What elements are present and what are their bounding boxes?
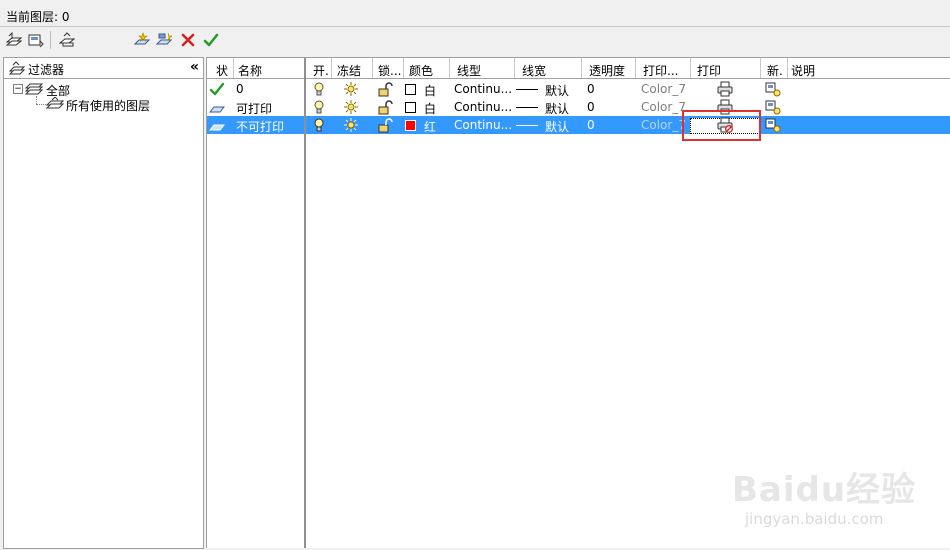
column-divider — [690, 58, 691, 78]
new-vp-freeze-icon[interactable] — [765, 99, 781, 115]
toolbar-separator — [50, 31, 51, 49]
column-header-transparency[interactable]: 透明度 — [589, 62, 625, 79]
filter-panel[interactable]: 过滤器 « − 全部 所有使用的图层 — [3, 57, 204, 549]
divider — [0, 26, 950, 27]
delete-layer-icon[interactable] — [179, 31, 197, 49]
transparency[interactable]: 0 — [587, 100, 595, 114]
sun-thawed-icon[interactable] — [343, 99, 359, 115]
color-name[interactable]: 白 — [424, 82, 436, 99]
collapse-panel-button[interactable]: « — [190, 59, 199, 75]
lineweight[interactable]: 默认 — [545, 82, 569, 99]
new-vp-freeze-icon[interactable] — [765, 81, 781, 97]
unlocked-icon[interactable] — [377, 117, 393, 133]
column-header-on[interactable]: 开. — [313, 62, 329, 79]
watermark-logo: Baidu经验 — [732, 470, 917, 510]
set-current-icon[interactable] — [202, 31, 220, 49]
filter-header-icon — [8, 60, 26, 79]
column-divider — [581, 58, 582, 78]
plot-style: Color_7 — [641, 82, 686, 96]
current-layer-check-icon — [209, 81, 225, 97]
new-layer-icon[interactable] — [133, 31, 151, 49]
tree-item-used-layers[interactable]: 所有使用的图层 — [66, 97, 150, 114]
new-filter-icon[interactable] — [5, 31, 23, 49]
column-divider — [635, 58, 636, 78]
layer-icon — [208, 117, 226, 133]
unlocked-icon[interactable] — [377, 81, 393, 97]
column-divider — [449, 58, 450, 78]
column-header-status[interactable]: 状 — [216, 62, 228, 79]
filter-panel-header: 过滤器 « — [4, 58, 203, 79]
layer-table-header: 状 名称 开. 冻结 锁... 颜色 线型 线宽 透明度 打印... 打印 新.… — [207, 58, 950, 79]
layer-row[interactable]: 不可打印 红 Continu... 默认 0 Color_7 — [207, 116, 950, 134]
layer-name[interactable]: 0 — [236, 82, 244, 96]
layer-name[interactable]: 不可打印 — [236, 118, 284, 135]
column-header-lineweight[interactable]: 线宽 — [522, 62, 546, 79]
printer-icon[interactable] — [717, 81, 733, 97]
column-divider — [787, 58, 788, 78]
lineweight-sample — [516, 89, 538, 90]
layer-name[interactable]: 可打印 — [236, 100, 272, 117]
layer-icon — [208, 99, 226, 115]
transparency[interactable]: 0 — [587, 118, 595, 132]
lightbulb-on-icon[interactable] — [311, 81, 327, 97]
linetype[interactable]: Continu... — [454, 82, 512, 96]
color-name[interactable]: 白 — [424, 100, 436, 117]
column-header-color[interactable]: 颜色 — [409, 62, 433, 79]
annotation-highlight-box — [682, 110, 761, 141]
linetype[interactable]: Continu... — [454, 118, 512, 132]
tree-collapse-toggle[interactable]: − — [13, 84, 23, 94]
tree-line — [36, 104, 46, 106]
layer-row[interactable]: 0 白 Continu... 默认 0 Color_7 — [207, 80, 950, 98]
column-divider — [514, 58, 515, 78]
transparency[interactable]: 0 — [587, 82, 595, 96]
column-header-plot[interactable]: 打印 — [697, 62, 721, 79]
unlocked-icon[interactable] — [377, 99, 393, 115]
filter-icon[interactable] — [58, 31, 76, 49]
frozen-column-divider — [304, 58, 306, 548]
current-layer-label: 当前图层: 0 — [6, 10, 70, 24]
lightbulb-on-icon[interactable] — [311, 117, 327, 133]
new-vp-freeze-icon[interactable] — [765, 117, 781, 133]
column-header-name[interactable]: 名称 — [238, 62, 262, 79]
column-header-lock[interactable]: 锁... — [378, 62, 401, 79]
linetype[interactable]: Continu... — [454, 100, 512, 114]
column-header-description[interactable]: 说明 — [791, 62, 815, 79]
column-header-plot-style[interactable]: 打印... — [643, 62, 678, 79]
layer-row[interactable]: 可打印 白 Continu... 默认 0 Color_7 — [207, 98, 950, 116]
column-header-linetype[interactable]: 线型 — [457, 62, 481, 79]
column-divider — [403, 58, 404, 78]
filter-panel-title: 过滤器 — [28, 63, 65, 77]
column-divider — [760, 58, 761, 78]
lightbulb-on-icon[interactable] — [311, 99, 327, 115]
sun-thawed-icon[interactable] — [343, 117, 359, 133]
lineweight[interactable]: 默认 — [545, 100, 569, 117]
layer-states-icon[interactable] — [27, 31, 45, 49]
column-divider — [331, 58, 332, 78]
color-swatch[interactable] — [405, 102, 416, 113]
lineweight-sample — [516, 107, 538, 108]
color-swatch[interactable] — [405, 120, 416, 131]
column-divider — [372, 58, 373, 78]
layers-all-icon — [24, 82, 44, 99]
plot-style: Color_7 — [641, 100, 686, 114]
color-name[interactable]: 红 — [424, 118, 436, 135]
color-swatch[interactable] — [405, 84, 416, 95]
watermark-url: jingyan.baidu.com — [745, 510, 884, 528]
tree-line — [36, 96, 38, 104]
column-header-freeze[interactable]: 冻结 — [337, 62, 361, 79]
lineweight-sample — [516, 125, 538, 126]
used-layers-filter-icon — [45, 96, 65, 114]
sun-thawed-icon[interactable] — [343, 81, 359, 97]
lineweight[interactable]: 默认 — [545, 118, 569, 135]
column-header-new-vp-freeze[interactable]: 新. — [767, 62, 783, 79]
plot-style: Color_7 — [641, 118, 686, 132]
column-divider — [233, 58, 234, 78]
new-layer-vp-frozen-icon[interactable] — [155, 31, 173, 49]
